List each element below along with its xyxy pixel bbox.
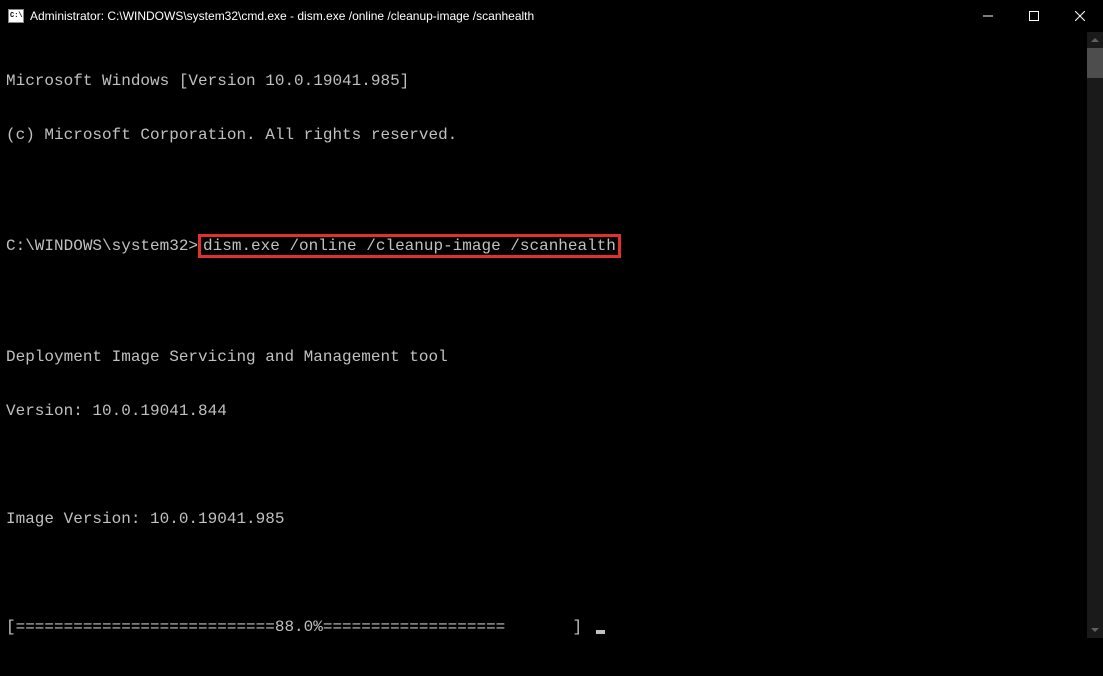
minimize-button[interactable]	[965, 0, 1011, 32]
cursor	[596, 630, 605, 634]
scrollbar[interactable]	[1087, 32, 1103, 638]
progress-line: [===========================88.0%=======…	[6, 618, 1097, 636]
window-title: Administrator: C:\WINDOWS\system32\cmd.e…	[30, 9, 534, 23]
scroll-down-button[interactable]	[1087, 622, 1103, 638]
progress-bar-text: [===========================88.0%=======…	[6, 618, 592, 636]
terminal-prompt-line: C:\WINDOWS\system32>dism.exe /online /cl…	[6, 234, 1097, 258]
terminal-line: Image Version: 10.0.19041.985	[6, 510, 1097, 528]
prompt-text: C:\WINDOWS\system32>	[6, 237, 198, 255]
terminal-line	[6, 294, 1097, 312]
terminal-line	[6, 180, 1097, 198]
window-controls	[965, 0, 1103, 32]
maximize-button[interactable]	[1011, 0, 1057, 32]
terminal-line: Deployment Image Servicing and Managemen…	[6, 348, 1097, 366]
scroll-up-button[interactable]	[1087, 32, 1103, 48]
titlebar-left: C:\. Administrator: C:\WINDOWS\system32\…	[8, 9, 534, 23]
terminal-line	[6, 564, 1097, 582]
scroll-thumb[interactable]	[1087, 48, 1103, 78]
highlighted-command: dism.exe /online /cleanup-image /scanhea…	[198, 234, 621, 258]
cmd-icon: C:\.	[8, 9, 24, 23]
terminal-line: (c) Microsoft Corporation. All rights re…	[6, 126, 1097, 144]
terminal-area[interactable]: Microsoft Windows [Version 10.0.19041.98…	[0, 32, 1103, 638]
close-button[interactable]	[1057, 0, 1103, 32]
terminal-line: Version: 10.0.19041.844	[6, 402, 1097, 420]
terminal-line: Microsoft Windows [Version 10.0.19041.98…	[6, 72, 1097, 90]
terminal-line	[6, 456, 1097, 474]
titlebar: C:\. Administrator: C:\WINDOWS\system32\…	[0, 0, 1103, 32]
terminal-content: Microsoft Windows [Version 10.0.19041.98…	[0, 32, 1103, 676]
